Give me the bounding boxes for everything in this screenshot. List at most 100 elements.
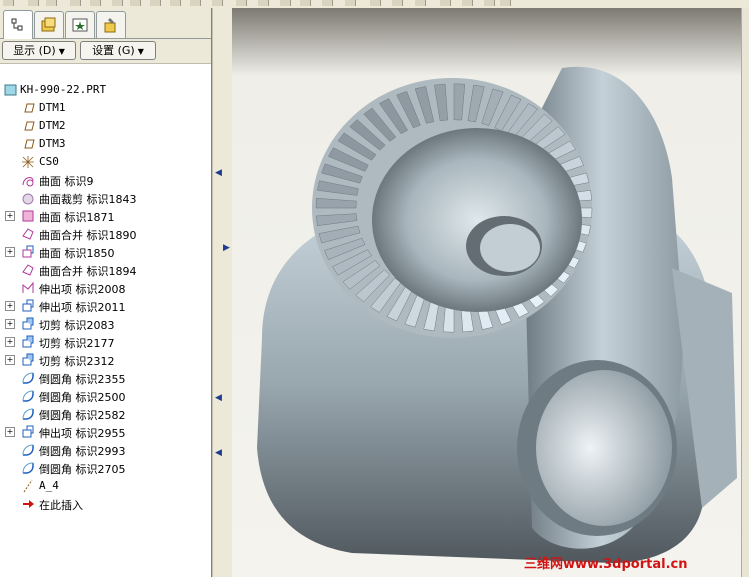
tree-item-label: 曲面 标识1871 <box>39 211 115 224</box>
toolbar-button[interactable] <box>392 0 403 6</box>
tree-item[interactable]: 倒圆角 标识2582 <box>0 405 210 423</box>
display-dropdown[interactable]: 显示 (D) ▼ <box>2 41 76 60</box>
tree-item[interactable]: + 伸出项 标识2011 <box>0 297 210 315</box>
tab-folder-browser[interactable] <box>34 11 64 38</box>
display-label: 显示 (D) <box>13 44 56 57</box>
tree-item[interactable]: CS0 <box>0 153 210 171</box>
toolbar-button[interactable] <box>440 0 451 6</box>
toolbar-button[interactable] <box>462 0 473 6</box>
tree-item-label: 曲面合并 标识1890 <box>39 229 137 242</box>
tree-item[interactable]: + 切剪 标识2083 <box>0 315 210 333</box>
tree-item-label: A_4 <box>39 479 59 492</box>
tree-item-label: 倒圆角 标识2500 <box>39 391 126 404</box>
expand-plus-icon[interactable]: + <box>5 427 15 437</box>
extrude-icon <box>22 299 34 312</box>
tree-item[interactable]: 曲面合并 标识1890 <box>0 225 210 243</box>
toolbar-button[interactable] <box>415 0 426 6</box>
favorites-icon <box>72 18 88 32</box>
chevron-down-icon: ▼ <box>58 47 65 56</box>
tree-item-label: 切剪 标识2312 <box>39 355 115 368</box>
expand-plus-icon[interactable]: + <box>5 247 15 257</box>
surface-pink-icon <box>22 210 34 222</box>
tree-item-label: 在此插入 <box>39 499 83 512</box>
toolbar-button[interactable] <box>150 0 161 6</box>
tree-item-label: 切剪 标识2177 <box>39 337 115 350</box>
cut-icon <box>22 353 34 366</box>
tree-root-label: KH-990-22.PRT <box>20 83 107 96</box>
expand-plus-icon[interactable]: + <box>5 337 15 347</box>
watermark-text: 三维网www.3dportal.cn <box>524 557 688 572</box>
settings-dropdown[interactable]: 设置 (G) ▼ <box>80 41 156 60</box>
tree-item[interactable]: + 切剪 标识2312 <box>0 351 210 369</box>
tree-item[interactable]: + 伸出项 标识2955 <box>0 423 210 441</box>
tree-item-label: 切剪 标识2083 <box>39 319 115 332</box>
collapse-left-arrow-icon[interactable]: ◀ <box>215 448 222 458</box>
toolbar-button[interactable] <box>212 0 223 6</box>
toolbar-button[interactable] <box>322 0 333 6</box>
tree-item[interactable]: A_4 <box>0 477 210 495</box>
collapse-left-arrow-icon[interactable]: ◀ <box>215 168 222 178</box>
tab-favorites[interactable] <box>65 11 95 38</box>
round-icon <box>22 462 34 474</box>
panel-splitter[interactable]: ◀ ▶ ◀ ◀ <box>212 8 233 577</box>
tools-icon <box>104 18 116 33</box>
toolbar-button[interactable] <box>500 0 511 6</box>
toolbar-button[interactable] <box>28 0 39 6</box>
tree-item[interactable]: 伸出项 标识2008 <box>0 279 210 297</box>
toolbar-button[interactable] <box>300 0 311 6</box>
toolbar-button[interactable] <box>3 0 14 6</box>
expand-plus-icon[interactable]: + <box>5 355 15 365</box>
toolbar-button[interactable] <box>280 0 291 6</box>
tree-toolbar: 显示 (D) ▼ 设置 (G) ▼ <box>0 39 211 64</box>
tree-item[interactable]: DTM3 <box>0 135 210 153</box>
vertical-scrollbar[interactable] <box>741 8 749 577</box>
tree-item[interactable]: DTM1 <box>0 99 210 117</box>
toolbar-button[interactable] <box>345 0 356 6</box>
toolbar-button[interactable] <box>112 0 123 6</box>
toolbar-button[interactable] <box>90 0 101 6</box>
toolbar-button[interactable] <box>130 0 141 6</box>
tree-item[interactable]: 倒圆角 标识2705 <box>0 459 210 477</box>
toolbar-button[interactable] <box>484 0 495 6</box>
expand-plus-icon[interactable]: + <box>5 319 15 329</box>
extrude-icon <box>22 425 34 438</box>
tree-item-label: 伸出项 标识2008 <box>39 283 126 296</box>
toolbar-button[interactable] <box>370 0 381 6</box>
round-icon <box>22 390 34 402</box>
chevron-down-icon: ▼ <box>137 47 144 56</box>
expand-right-arrow-icon[interactable]: ▶ <box>223 243 230 253</box>
tree-item[interactable]: + 切剪 标识2177 <box>0 333 210 351</box>
tree-item[interactable]: 倒圆角 标识2993 <box>0 441 210 459</box>
tree-item[interactable]: 倒圆角 标识2500 <box>0 387 210 405</box>
datum-plane-icon <box>24 139 35 149</box>
toolbar-button[interactable] <box>258 0 269 6</box>
tab-connections[interactable] <box>96 11 126 38</box>
collapse-left-arrow-icon[interactable]: ◀ <box>215 393 222 403</box>
expand-plus-icon[interactable]: + <box>5 301 15 311</box>
toolbar-button[interactable] <box>70 0 81 6</box>
toolbar-button[interactable] <box>190 0 201 6</box>
tree-item[interactable]: 在此插入 <box>0 495 210 513</box>
toolbar-button[interactable] <box>46 0 57 6</box>
tree-item[interactable]: + 曲面 标识1871 <box>0 207 210 225</box>
tree-root[interactable]: KH-990-22.PRT <box>0 81 210 99</box>
tree-item-label: 伸出项 标识2955 <box>39 427 126 440</box>
tree-item[interactable]: 曲面 标识9 <box>0 171 210 189</box>
tree-item[interactable]: 曲面裁剪 标识1843 <box>0 189 210 207</box>
tab-model-tree[interactable] <box>3 10 33 39</box>
protrusion-icon <box>22 281 34 293</box>
tree-item[interactable]: 曲面合并 标识1894 <box>0 261 210 279</box>
navigator-tabs <box>0 8 211 39</box>
tree-item-label: 曲面 标识9 <box>39 175 94 188</box>
tree-item[interactable]: 倒圆角 标识2355 <box>0 369 210 387</box>
expand-plus-icon[interactable]: + <box>5 211 15 221</box>
toolbar-button[interactable] <box>236 0 247 6</box>
datum-plane-icon <box>24 121 35 131</box>
settings-label: 设置 (G) <box>92 44 135 57</box>
round-icon <box>22 408 34 420</box>
coordinate-system-icon <box>22 156 34 168</box>
toolbar-button[interactable] <box>170 0 181 6</box>
tree-item[interactable]: DTM2 <box>0 117 210 135</box>
tree-item[interactable]: + 曲面 标识1850 <box>0 243 210 261</box>
graphics-viewport[interactable] <box>232 8 741 577</box>
